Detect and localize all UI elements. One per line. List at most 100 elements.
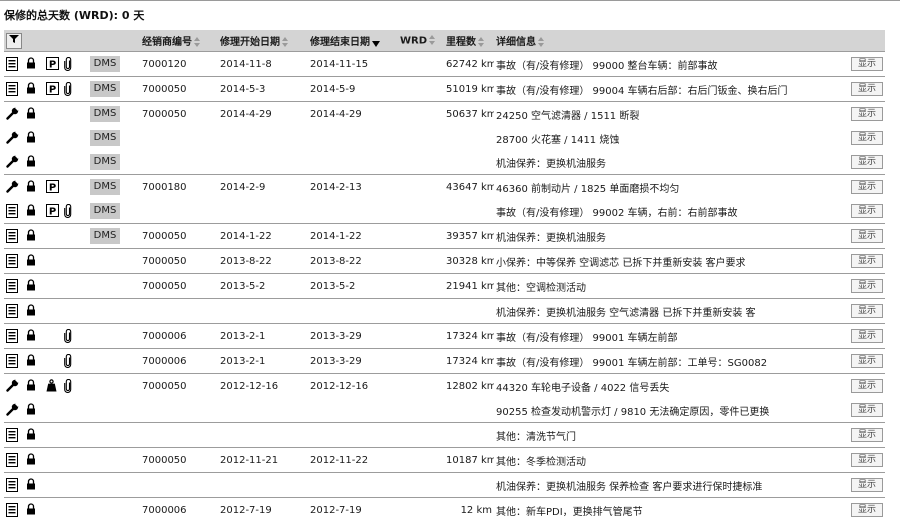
- show-button[interactable]: 显示: [851, 354, 883, 368]
- show-button-cell[interactable]: 显示: [835, 199, 885, 224]
- show-button[interactable]: 显示: [851, 82, 883, 96]
- show-button-cell[interactable]: 显示: [835, 77, 885, 102]
- clip-cell: [62, 498, 78, 522]
- wrench-icon: [6, 107, 20, 122]
- clip-cell: [62, 77, 78, 102]
- col-start[interactable]: 修理开始日期: [218, 30, 308, 52]
- show-button-cell[interactable]: 显示: [835, 249, 885, 274]
- show-button-cell[interactable]: 显示: [835, 126, 885, 150]
- show-button-cell[interactable]: 显示: [835, 299, 885, 324]
- col-mileage[interactable]: 里程数: [444, 30, 494, 52]
- paperclip-icon[interactable]: [64, 204, 78, 219]
- table-header-row: 经销商编号 修理开始日期 修理结束日期 WRD 里程数 详细信息: [4, 30, 885, 52]
- details-cell: 事故（有/没有修理） 99001 车辆左前部: [494, 324, 835, 349]
- start-date-cell: 2013-2-1: [218, 349, 308, 374]
- end-date-cell: 2014-2-13: [308, 175, 398, 200]
- show-button[interactable]: 显示: [851, 453, 883, 467]
- lock-icon: [26, 403, 40, 418]
- paperclip-icon[interactable]: [64, 379, 78, 394]
- dms-badge: DMS: [90, 179, 120, 195]
- dealer-cell: 7000050: [140, 224, 218, 249]
- paperclip-icon[interactable]: [64, 57, 78, 72]
- document-icon: [6, 329, 20, 344]
- document-icon: [6, 503, 20, 518]
- dms-cell: DMS: [88, 77, 140, 102]
- end-date-cell: [308, 423, 398, 448]
- show-button-cell[interactable]: 显示: [835, 448, 885, 473]
- show-button-cell[interactable]: 显示: [835, 150, 885, 175]
- show-button[interactable]: 显示: [851, 279, 883, 293]
- paperclip-icon[interactable]: [64, 329, 78, 344]
- details-cell: 90255 检查发动机警示灯 / 9810 无法确定原因，零件已更换: [494, 398, 835, 423]
- svg-text:P: P: [49, 84, 56, 95]
- dms-cell: [88, 498, 140, 522]
- dealer-cell: [140, 299, 218, 324]
- show-button[interactable]: 显示: [851, 304, 883, 318]
- dms-badge: DMS: [90, 81, 120, 97]
- show-button-cell[interactable]: 显示: [835, 324, 885, 349]
- mileage-cell: 30328 km: [444, 249, 494, 274]
- mileage-cell: 17324 km: [444, 324, 494, 349]
- sort-icon[interactable]: [478, 37, 485, 48]
- wrench-icon: [6, 379, 20, 394]
- show-button[interactable]: 显示: [851, 428, 883, 442]
- show-button-cell[interactable]: 显示: [835, 423, 885, 448]
- filter-column-header[interactable]: [4, 30, 24, 52]
- show-button[interactable]: 显示: [851, 503, 883, 517]
- show-button[interactable]: 显示: [851, 204, 883, 218]
- details-cell: 46360 前制动片 / 1825 单面磨损不均匀: [494, 175, 835, 200]
- show-button-cell[interactable]: 显示: [835, 224, 885, 249]
- spacer-cell: [78, 175, 88, 200]
- filter-icon[interactable]: [6, 33, 22, 49]
- spacer-cell: [78, 398, 88, 423]
- table-row: 90255 检查发动机警示灯 / 9810 无法确定原因，零件已更换 显示: [4, 398, 885, 423]
- paperclip-icon[interactable]: [64, 354, 78, 369]
- show-button[interactable]: 显示: [851, 131, 883, 145]
- mileage-cell: [444, 398, 494, 423]
- show-button[interactable]: 显示: [851, 229, 883, 243]
- dealer-cell: 7000180: [140, 175, 218, 200]
- table-row: 机油保养：更换机油服务 保养检查 客户要求进行保时捷标准显示: [4, 473, 885, 498]
- col-end[interactable]: 修理结束日期: [308, 30, 398, 52]
- show-button-cell[interactable]: 显示: [835, 349, 885, 374]
- show-button[interactable]: 显示: [851, 379, 883, 393]
- show-button[interactable]: 显示: [851, 254, 883, 268]
- details-cell: 事故（有/没有修理） 99000 整台车辆：前部事故: [494, 52, 835, 77]
- dealer-cell: [140, 473, 218, 498]
- show-button[interactable]: 显示: [851, 57, 883, 71]
- lock-cell: [24, 150, 44, 175]
- sort-icon[interactable]: [194, 37, 201, 48]
- dms-cell: [88, 249, 140, 274]
- table-row: 70000062013-2-12013-3-2917324 km事故（有/没有修…: [4, 349, 885, 374]
- dms-cell: DMS: [88, 102, 140, 127]
- sort-desc-icon[interactable]: [372, 37, 379, 48]
- show-button-cell[interactable]: 显示: [835, 52, 885, 77]
- show-button[interactable]: 显示: [851, 478, 883, 492]
- details-cell: 其他：冬季检测活动: [494, 448, 835, 473]
- clip-cell: [62, 324, 78, 349]
- col-details[interactable]: 详细信息: [494, 30, 835, 52]
- show-button[interactable]: 显示: [851, 107, 883, 121]
- mileage-cell: 21941 km: [444, 274, 494, 299]
- col-wrd[interactable]: WRD: [398, 30, 444, 52]
- sort-icon[interactable]: [429, 35, 436, 46]
- show-button[interactable]: 显示: [851, 329, 883, 343]
- show-button-cell[interactable]: 显示: [835, 175, 885, 200]
- sort-icon[interactable]: [538, 37, 545, 48]
- show-button-cell[interactable]: 显示: [835, 473, 885, 498]
- show-button[interactable]: 显示: [851, 403, 883, 417]
- show-button-cell[interactable]: 显示: [835, 498, 885, 522]
- document-icon: [6, 428, 20, 443]
- col-dealer[interactable]: 经销商编号: [140, 30, 218, 52]
- show-button[interactable]: 显示: [851, 180, 883, 194]
- show-button-cell[interactable]: 显示: [835, 274, 885, 299]
- dms-badge: DMS: [90, 56, 120, 72]
- show-button-cell[interactable]: 显示: [835, 398, 885, 423]
- show-button[interactable]: 显示: [851, 155, 883, 169]
- paperclip-icon[interactable]: [64, 82, 78, 97]
- document-icon: [6, 279, 20, 294]
- clip-cell: [62, 175, 78, 200]
- sort-icon[interactable]: [282, 37, 289, 48]
- show-button-cell[interactable]: 显示: [835, 374, 885, 399]
- show-button-cell[interactable]: 显示: [835, 102, 885, 127]
